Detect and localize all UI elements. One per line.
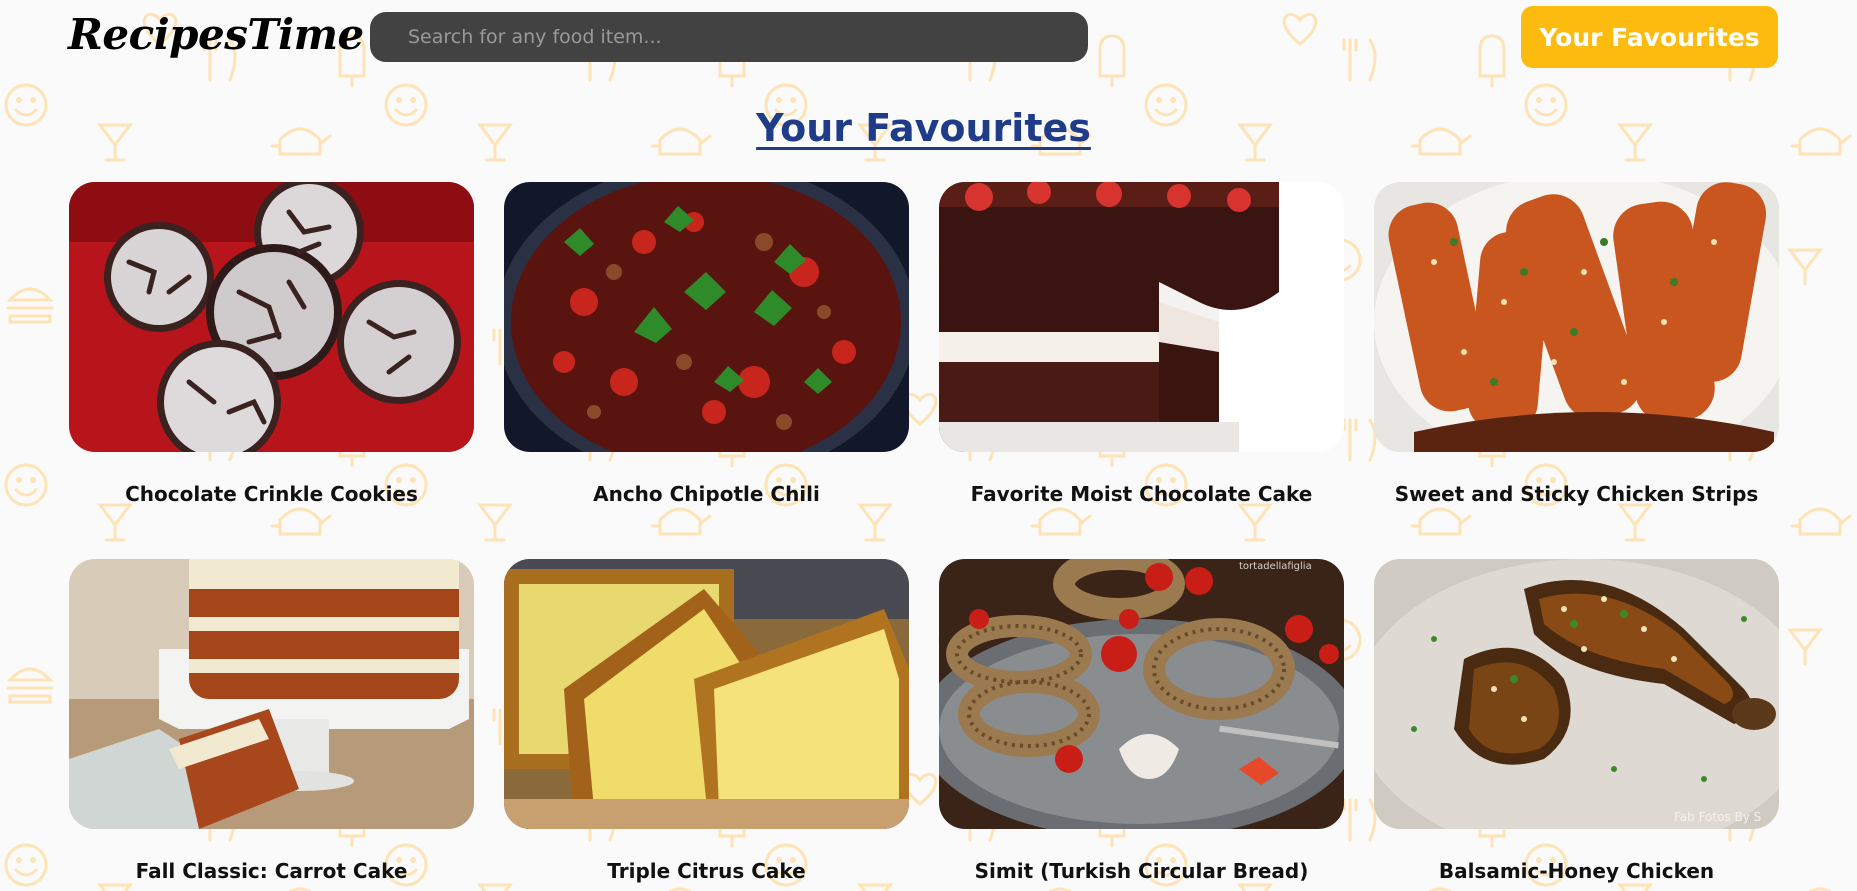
recipe-card[interactable]: Ancho Chipotle Chili <box>504 182 909 506</box>
recipe-card[interactable]: Sweet and Sticky Chicken Strips <box>1374 182 1779 506</box>
chicken-strips-photo[interactable] <box>1374 182 1779 452</box>
search-input[interactable] <box>370 12 1088 62</box>
simit-watermark: tortadellafiglia <box>1239 561 1312 572</box>
recipe-title[interactable]: Fall Classic: Carrot Cake <box>69 859 474 883</box>
site-logo[interactable]: RecipesTime <box>68 10 364 59</box>
your-favourites-button[interactable]: Your Favourites <box>1521 6 1778 68</box>
recipe-title[interactable]: Triple Citrus Cake <box>504 859 909 883</box>
citrus-cake-photo[interactable] <box>504 559 909 829</box>
recipe-title[interactable]: Favorite Moist Chocolate Cake <box>939 482 1344 506</box>
chocolate-cake-photo[interactable] <box>939 182 1344 452</box>
recipe-title[interactable]: Ancho Chipotle Chili <box>504 482 909 506</box>
page-title: Your Favourites <box>756 106 1091 150</box>
balsamic-chicken-photo[interactable]: Fab Fotos By S <box>1374 559 1779 829</box>
recipe-card[interactable]: tortadellafiglia Simit (Turkish Circular… <box>939 559 1344 883</box>
recipe-title[interactable]: Balsamic-Honey Chicken <box>1374 859 1779 883</box>
recipe-card[interactable]: Triple Citrus Cake <box>504 559 909 883</box>
chocolate-crinkle-cookies-photo[interactable] <box>69 182 474 452</box>
recipe-card[interactable]: Fall Classic: Carrot Cake <box>69 559 474 883</box>
recipe-card[interactable]: Chocolate Crinkle Cookies <box>69 182 474 506</box>
ancho-chipotle-chili-photo[interactable] <box>504 182 909 452</box>
search-bar[interactable] <box>370 12 1088 62</box>
recipe-title[interactable]: Simit (Turkish Circular Bread) <box>939 859 1344 883</box>
navbar: RecipesTime Your Favourites <box>0 0 1857 80</box>
recipe-card[interactable]: Favorite Moist Chocolate Cake <box>939 182 1344 506</box>
balsamic-watermark: Fab Fotos By S <box>1674 810 1761 824</box>
recipe-card[interactable]: Fab Fotos By S Balsamic-Honey Chicken <box>1374 559 1779 883</box>
carrot-cake-photo[interactable] <box>69 559 474 829</box>
recipe-title[interactable]: Sweet and Sticky Chicken Strips <box>1374 482 1779 506</box>
simit-bread-photo[interactable]: tortadellafiglia <box>939 559 1344 829</box>
recipe-title[interactable]: Chocolate Crinkle Cookies <box>69 482 474 506</box>
